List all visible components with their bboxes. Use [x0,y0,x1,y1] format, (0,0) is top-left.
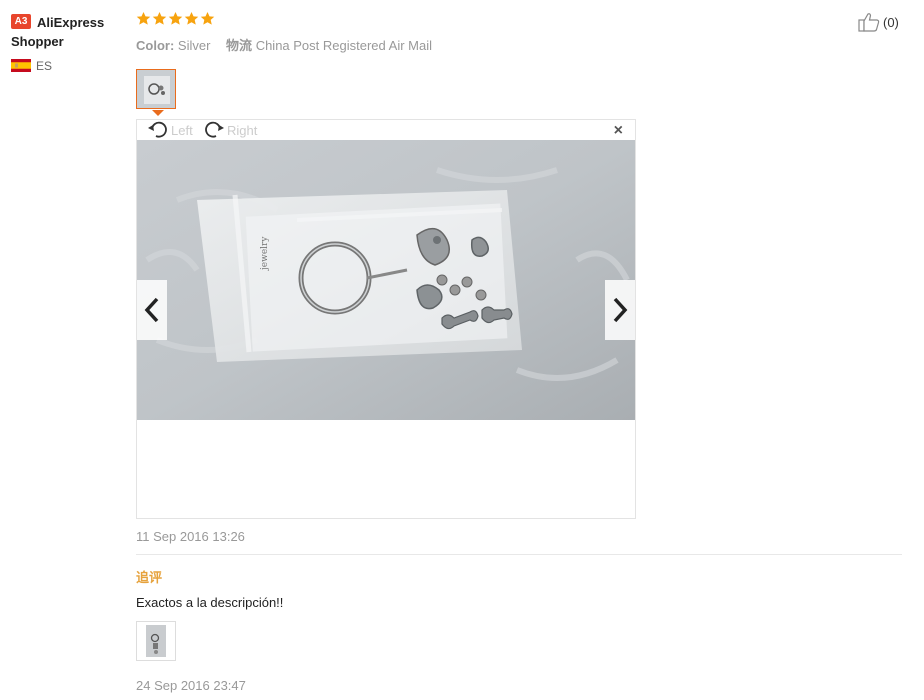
rotate-left-icon [148,121,167,138]
keychain-thumbnail-image [137,70,175,108]
color-value: Silver [177,38,211,53]
shipping-value: China Post Registered Air Mail [255,38,432,53]
rotate-right-label: Right [227,122,258,138]
helpful-count: (0) [883,14,899,30]
review-image-thumbnail-selected[interactable] [136,69,176,109]
keychain-photo-image: jewelry [137,140,635,420]
thumbs-up-icon [858,13,880,32]
review-photo: jewelry [137,140,635,420]
star-icon [200,11,215,25]
spain-flag-icon [11,59,31,72]
star-icon [136,11,151,25]
divider [136,554,902,555]
image-viewer: Left Right × jewelry [136,119,636,519]
rotate-left-button[interactable]: Left [147,120,193,140]
followup-label: 追评 [136,570,163,585]
color-label: Color: [136,38,175,53]
next-image-button[interactable] [605,280,635,340]
reviewer-country: ES [36,59,53,73]
packaging-print: jewelry [260,236,270,271]
reviewer-name: AliExpress Shopper [11,15,105,49]
review-attributes: Color: Silver 物流 China Post Registered A… [136,35,432,54]
followup-text: Exactos a la descripción!! [136,595,284,610]
chevron-right-icon [613,297,628,323]
previous-image-button[interactable] [137,280,167,340]
rating-stars [136,11,215,26]
followup-thumbnail-image [137,622,175,660]
chevron-left-icon [144,297,159,323]
review-date: 11 Sep 2016 13:26 [136,529,245,544]
followup-image-thumbnail[interactable] [136,621,176,661]
helpful-button[interactable]: (0) [858,12,899,32]
followup-date: 24 Sep 2016 23:47 [136,678,246,693]
star-icon [184,11,199,25]
shipping-label: 物流 [226,38,253,53]
rotate-left-label: Left [171,122,193,138]
rotate-right-icon [205,121,224,138]
star-icon [168,11,183,25]
thumbnail-selected-caret [152,110,164,116]
close-viewer-button[interactable]: × [614,122,623,140]
star-icon [152,11,167,25]
rotate-right-button[interactable]: Right [203,120,257,140]
